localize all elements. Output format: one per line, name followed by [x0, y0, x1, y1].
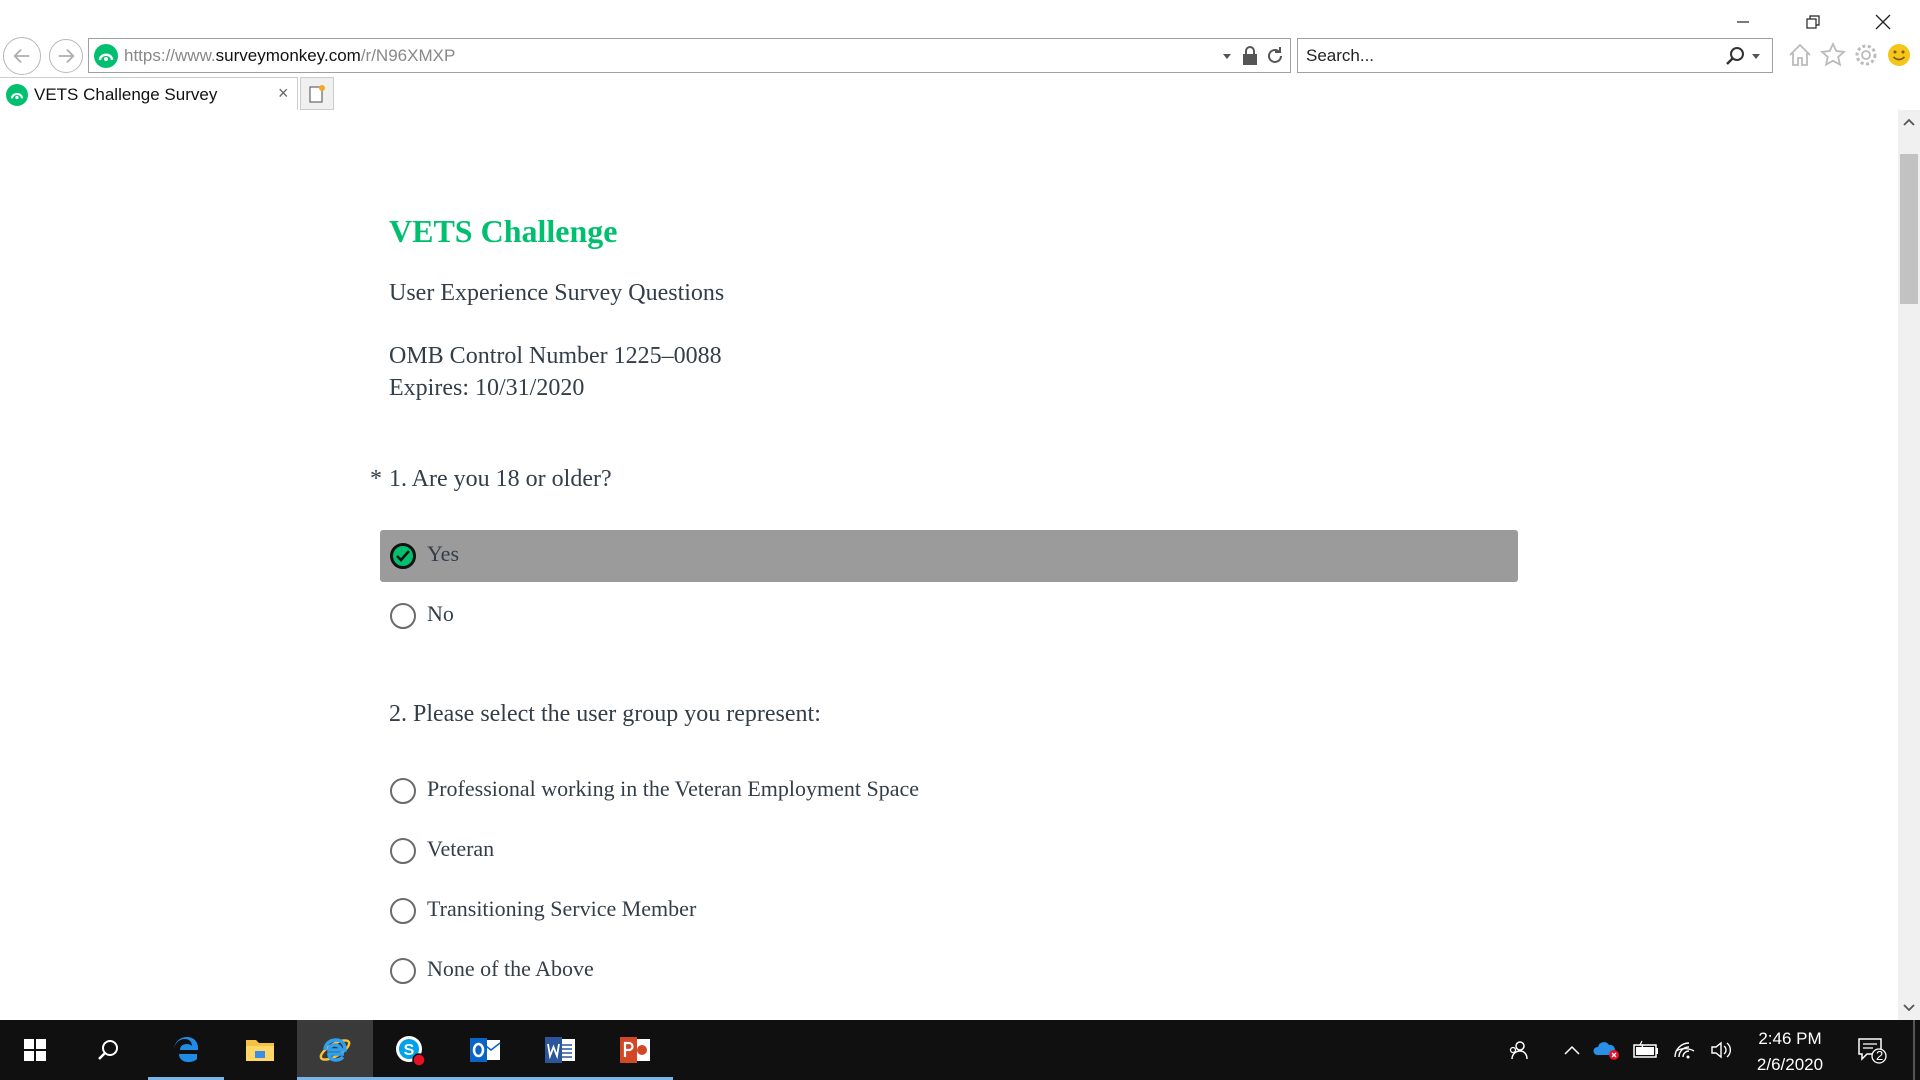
powerpoint-app[interactable]: [597, 1020, 673, 1080]
url-text[interactable]: https://www.surveymonkey.com/r/N96XMXP: [124, 46, 455, 66]
internet-explorer-app[interactable]: [297, 1020, 373, 1080]
restore-icon: [1806, 15, 1820, 29]
scroll-thumb[interactable]: [1900, 154, 1918, 304]
skype-icon: S: [396, 1036, 426, 1067]
forward-button[interactable]: [49, 39, 83, 73]
tab-close-icon[interactable]: ×: [278, 83, 289, 104]
battery-icon[interactable]: [1630, 1020, 1662, 1080]
clock-time: 2:46 PM: [1758, 1029, 1822, 1048]
q1-option-no[interactable]: No: [380, 590, 1518, 642]
radio-unchecked-icon[interactable]: [390, 958, 416, 984]
internet-explorer-icon: [319, 1038, 351, 1062]
new-tab-button[interactable]: [300, 77, 334, 110]
q2-option-none[interactable]: None of the Above: [380, 945, 1518, 997]
taskbar-search-button[interactable]: [70, 1020, 146, 1080]
search-icon: [98, 1040, 118, 1060]
tab-vets-challenge-survey[interactable]: VETS Challenge Survey ×: [0, 77, 298, 110]
feedback-smiley-icon[interactable]: [1884, 40, 1914, 70]
outlook-app[interactable]: [447, 1020, 523, 1080]
radio-unchecked-icon[interactable]: [390, 603, 416, 629]
radio-unchecked-icon[interactable]: [390, 838, 416, 864]
show-desktop-button[interactable]: [1913, 1020, 1915, 1080]
volume-icon[interactable]: [1706, 1020, 1736, 1080]
restore-button[interactable]: [1790, 6, 1836, 38]
survey-title: VETS Challenge: [389, 213, 618, 249]
search-icon[interactable]: [1725, 45, 1747, 72]
windows-taskbar: S 2:46 PM 2/6/2020 2: [0, 1020, 1920, 1080]
q2-option-transitioning[interactable]: Transitioning Service Member: [380, 885, 1518, 937]
surveymonkey-favicon-icon: [6, 84, 28, 106]
edge-app[interactable]: [148, 1020, 224, 1080]
option-label: No: [427, 601, 454, 626]
minimize-button[interactable]: [1720, 6, 1766, 38]
arrow-right-icon: [58, 48, 75, 64]
minimize-icon: [1737, 21, 1749, 23]
edge-icon: [174, 1037, 198, 1062]
arrow-left-icon: [13, 48, 30, 64]
option-label: Yes: [427, 541, 460, 566]
close-icon: [1875, 14, 1891, 30]
required-marker: *: [370, 466, 382, 492]
scroll-up-icon[interactable]: [1898, 110, 1920, 134]
url-dropdown-icon[interactable]: [1221, 49, 1233, 67]
option-label: Transitioning Service Member: [427, 896, 697, 921]
word-icon: [545, 1037, 575, 1063]
outlook-icon: [470, 1038, 501, 1062]
question-1-title: 1. Are you 18 or older?: [389, 466, 612, 492]
refresh-icon[interactable]: [1264, 45, 1286, 72]
address-bar[interactable]: https://www.surveymonkey.com/r/N96XMXP: [88, 38, 1291, 73]
notification-count: 2: [1876, 1048, 1884, 1063]
favorites-star-icon[interactable]: [1818, 40, 1848, 70]
home-icon[interactable]: [1785, 40, 1815, 70]
q2-option-professional[interactable]: Professional working in the Veteran Empl…: [380, 765, 1518, 817]
omb-control-number: OMB Control Number 1225–0088: [389, 343, 722, 369]
browser-search-box[interactable]: [1297, 38, 1773, 73]
radio-unchecked-icon[interactable]: [390, 778, 416, 804]
tab-bar: VETS Challenge Survey ×: [0, 77, 1920, 110]
scroll-down-icon[interactable]: [1898, 996, 1920, 1020]
windows-logo-icon: [24, 1039, 46, 1061]
onedrive-error-icon[interactable]: [1592, 1020, 1622, 1080]
page-viewport: VETS Challenge User Experience Survey Qu…: [0, 110, 1898, 1020]
surveymonkey-favicon-icon: [94, 44, 118, 68]
expiration-date: Expires: 10/31/2020: [389, 375, 585, 401]
chevron-up-icon[interactable]: [1558, 1020, 1586, 1080]
q1-option-yes[interactable]: Yes: [380, 530, 1518, 582]
back-button[interactable]: [3, 37, 41, 75]
search-provider-dropdown-icon[interactable]: [1750, 49, 1762, 67]
survey-subtitle: User Experience Survey Questions: [389, 280, 725, 306]
radio-checked-icon[interactable]: [390, 543, 416, 569]
start-button[interactable]: [0, 1020, 70, 1080]
new-tab-icon: [309, 84, 325, 103]
clock-date: 2/6/2020: [1756, 1055, 1824, 1074]
powerpoint-icon: [620, 1037, 650, 1063]
browser-search-input[interactable]: [1306, 45, 1706, 67]
action-center-button[interactable]: 2: [1850, 1020, 1894, 1080]
taskbar-clock[interactable]: 2:46 PM 2/6/2020: [1740, 1026, 1840, 1078]
option-label: Veteran: [427, 836, 495, 861]
wifi-icon[interactable]: [1670, 1020, 1700, 1080]
file-explorer-app[interactable]: [222, 1020, 298, 1080]
url-path: /r/N96XMXP: [360, 46, 456, 65]
url-host: surveymonkey.com: [215, 46, 361, 65]
svg-text:S: S: [404, 1042, 415, 1059]
vertical-scrollbar[interactable]: [1898, 110, 1920, 1020]
question-2-title: 2. Please select the user group you repr…: [389, 701, 821, 727]
folder-icon: [246, 1040, 274, 1061]
gear-icon[interactable]: [1851, 40, 1881, 70]
option-label: Professional working in the Veteran Empl…: [427, 776, 920, 801]
q2-option-veteran[interactable]: Veteran: [380, 825, 1518, 877]
word-app[interactable]: [522, 1020, 598, 1080]
close-button[interactable]: [1860, 6, 1906, 38]
tab-title: VETS Challenge Survey: [34, 85, 218, 104]
lock-icon[interactable]: [1241, 45, 1259, 72]
url-prefix: https://www.: [124, 46, 216, 65]
skype-app[interactable]: S: [372, 1020, 448, 1080]
browser-chrome: https://www.surveymonkey.com/r/N96XMXP S…: [0, 0, 1920, 110]
people-icon[interactable]: [1504, 1020, 1534, 1080]
radio-unchecked-icon[interactable]: [390, 898, 416, 924]
option-label: None of the Above: [427, 956, 594, 981]
